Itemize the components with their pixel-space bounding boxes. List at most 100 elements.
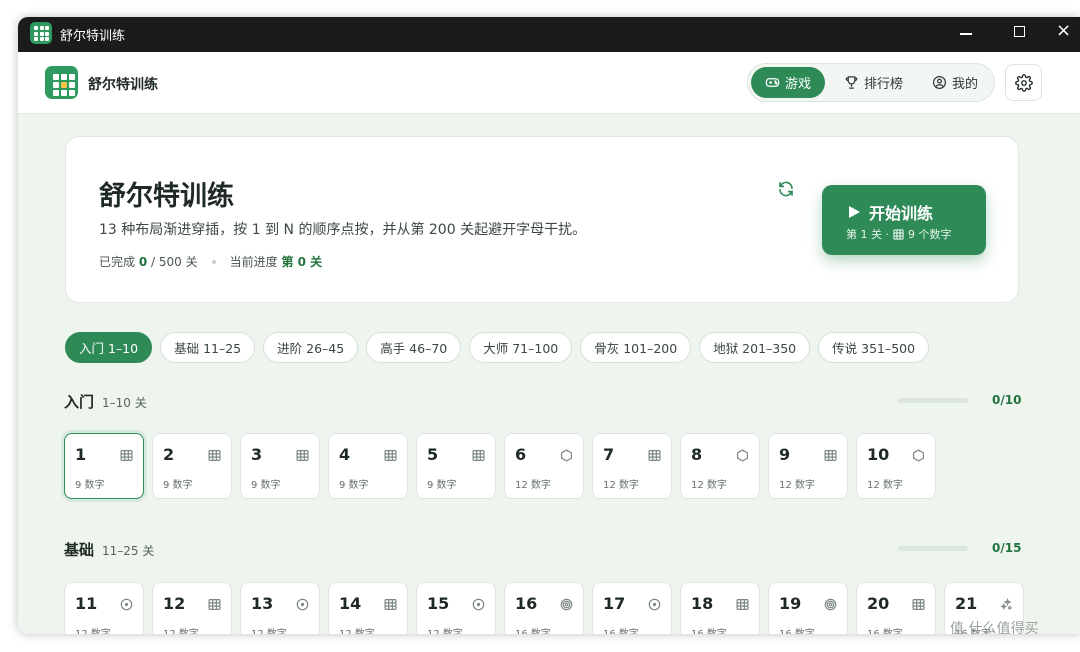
level-number: 12	[163, 594, 186, 613]
level-number: 2	[163, 445, 175, 464]
level-tile[interactable]: 1 9 数字	[64, 433, 144, 499]
level-count: 9 数字	[163, 480, 193, 491]
level-tile[interactable]: 18 16 数字	[680, 582, 760, 634]
level-tile[interactable]: 16 16 数字	[504, 582, 584, 634]
level-tile[interactable]: 8 12 数字	[680, 433, 760, 499]
completed-stat: 已完成 0 / 500 关	[99, 253, 198, 270]
level-count: 12 数字	[251, 625, 287, 634]
level-number: 16	[515, 594, 538, 613]
hero-description: 13 种布局渐进穿插，按 1 到 N 的顺序点按，并从第 200 关起避开字母干…	[99, 222, 587, 238]
maximize-button[interactable]	[1014, 26, 1025, 37]
level-count: 12 数字	[779, 480, 815, 491]
level-grid-basic: 1112 数字1212 数字1312 数字1412 数字1512 数字1616 …	[64, 582, 1024, 634]
level-count: 12 数字	[75, 625, 111, 634]
level-tile[interactable]: 6 12 数字	[504, 433, 584, 499]
start-label: 开始训练	[869, 204, 934, 223]
nav-tab-label: 排行榜	[864, 77, 904, 92]
completed-label: 已完成	[99, 255, 136, 269]
level-tile[interactable]: 3 9 数字	[240, 433, 320, 499]
section-progress-bar	[898, 546, 968, 551]
nav-tab-game[interactable]: 游戏	[751, 67, 826, 98]
user-icon	[932, 75, 947, 90]
filter-chip[interactable]: 进阶 26–45	[263, 332, 359, 363]
title-bar: 舒尔特训练 ×	[18, 17, 1080, 52]
grid-icon	[384, 447, 397, 461]
level-number: 6	[515, 445, 527, 464]
section-title-basic: 基础 11–25 关	[64, 539, 154, 560]
start-count: 9 个数字	[908, 228, 952, 241]
filter-chip[interactable]: 高手 46–70	[366, 332, 462, 363]
refresh-button[interactable]	[777, 180, 795, 202]
filter-chip[interactable]: 骨灰 101–200	[580, 332, 692, 363]
level-number: 11	[75, 594, 98, 613]
hexagon-icon	[560, 447, 573, 462]
level-count: 16 数字	[515, 625, 551, 634]
level-tile[interactable]: 10 12 数字	[856, 433, 936, 499]
level-tile[interactable]: 15 12 数字	[416, 582, 496, 634]
level-tile[interactable]: 5 9 数字	[416, 433, 496, 499]
settings-button[interactable]	[1005, 64, 1042, 101]
filter-chip[interactable]: 传说 351–500	[818, 332, 930, 363]
hexagon-icon	[912, 447, 925, 462]
gamepad-icon	[765, 78, 780, 87]
progress-stat: 当前进度 第 0 关	[230, 253, 323, 270]
level-tile[interactable]: 9 12 数字	[768, 433, 848, 499]
grid-icon	[120, 447, 133, 461]
level-number: 10	[867, 445, 890, 464]
section-progress-bar	[898, 398, 968, 403]
level-count: 16 数字	[691, 625, 727, 634]
level-tile[interactable]: 7 12 数字	[592, 433, 672, 499]
filter-chip[interactable]: 入门 1–10	[65, 332, 153, 363]
circle-icon	[472, 596, 485, 611]
section-title-beginner: 入门 1–10 关	[64, 391, 147, 412]
level-tile[interactable]: 17 16 数字	[592, 582, 672, 634]
level-tile[interactable]: 14 12 数字	[328, 582, 408, 634]
level-count: 12 数字	[163, 625, 199, 634]
hero-title: 舒尔特训练	[99, 181, 234, 212]
level-number: 4	[339, 445, 351, 464]
level-tile[interactable]: 12 12 数字	[152, 582, 232, 634]
filter-chip[interactable]: 大师 71–100	[469, 332, 573, 363]
nav-tab-profile[interactable]: 我的	[918, 67, 992, 98]
level-count: 9 数字	[339, 480, 369, 491]
level-tile[interactable]: 11 12 数字	[64, 582, 144, 634]
grid-icon	[893, 228, 904, 240]
nav-tab-leaderboard[interactable]: 排行榜	[830, 67, 917, 98]
separator-dot	[211, 259, 216, 264]
section-name: 基础	[64, 541, 95, 559]
filter-chip[interactable]: 基础 11–25	[160, 332, 256, 363]
level-count: 12 数字	[339, 625, 375, 634]
level-number: 15	[427, 594, 450, 613]
level-tile[interactable]: 2 9 数字	[152, 433, 232, 499]
level-tile[interactable]: 4 9 数字	[328, 433, 408, 499]
difficulty-filters: 入门 1–10 基础 11–25 进阶 26–45 高手 46–70 大师 71–100…	[65, 332, 930, 363]
level-tile[interactable]: 19 16 数字	[768, 582, 848, 634]
logo-icon	[45, 66, 78, 99]
nav-tab-label: 游戏	[785, 77, 812, 92]
minimize-button[interactable]	[960, 33, 972, 35]
level-number: 21	[955, 594, 978, 613]
app-header: 舒尔特训练 游戏 排行榜 我的	[18, 52, 1080, 114]
circle-icon	[120, 596, 133, 611]
grid-icon	[296, 447, 309, 461]
level-tile[interactable]: 20 16 数字	[856, 582, 936, 634]
level-tile[interactable]: 13 12 数字	[240, 582, 320, 634]
section-count: 0/15	[992, 541, 1022, 555]
level-grid-beginner: 1 9 数字 2 9 数字 3 9 数字 4 9 数字 5 9 数字 6 12 数字 7 12 数字 8 12…	[64, 433, 936, 499]
section-name: 入门	[64, 393, 95, 411]
app-window: 舒尔特训练 × 舒尔特训练 游戏 排行榜 我的 舒尔特训练 13 种布局渐进穿插…	[18, 17, 1080, 634]
start-main: 开始训练	[848, 200, 933, 224]
nav-tab-label: 我的	[952, 77, 979, 92]
level-number: 1	[75, 445, 87, 464]
grid-icon	[648, 447, 661, 461]
progress-value: 第 0 关	[281, 255, 323, 269]
level-number: 20	[867, 594, 890, 613]
level-count: 12 数字	[515, 480, 551, 491]
start-training-button[interactable]: 开始训练 第 1 关 · 9 个数字	[822, 185, 986, 255]
level-number: 18	[691, 594, 714, 613]
filter-chip[interactable]: 地狱 201–350	[699, 332, 811, 363]
close-button[interactable]: ×	[1056, 21, 1071, 41]
window-title: 舒尔特训练	[60, 29, 126, 44]
level-count: 12 数字	[867, 480, 903, 491]
spiral-icon	[560, 596, 573, 611]
